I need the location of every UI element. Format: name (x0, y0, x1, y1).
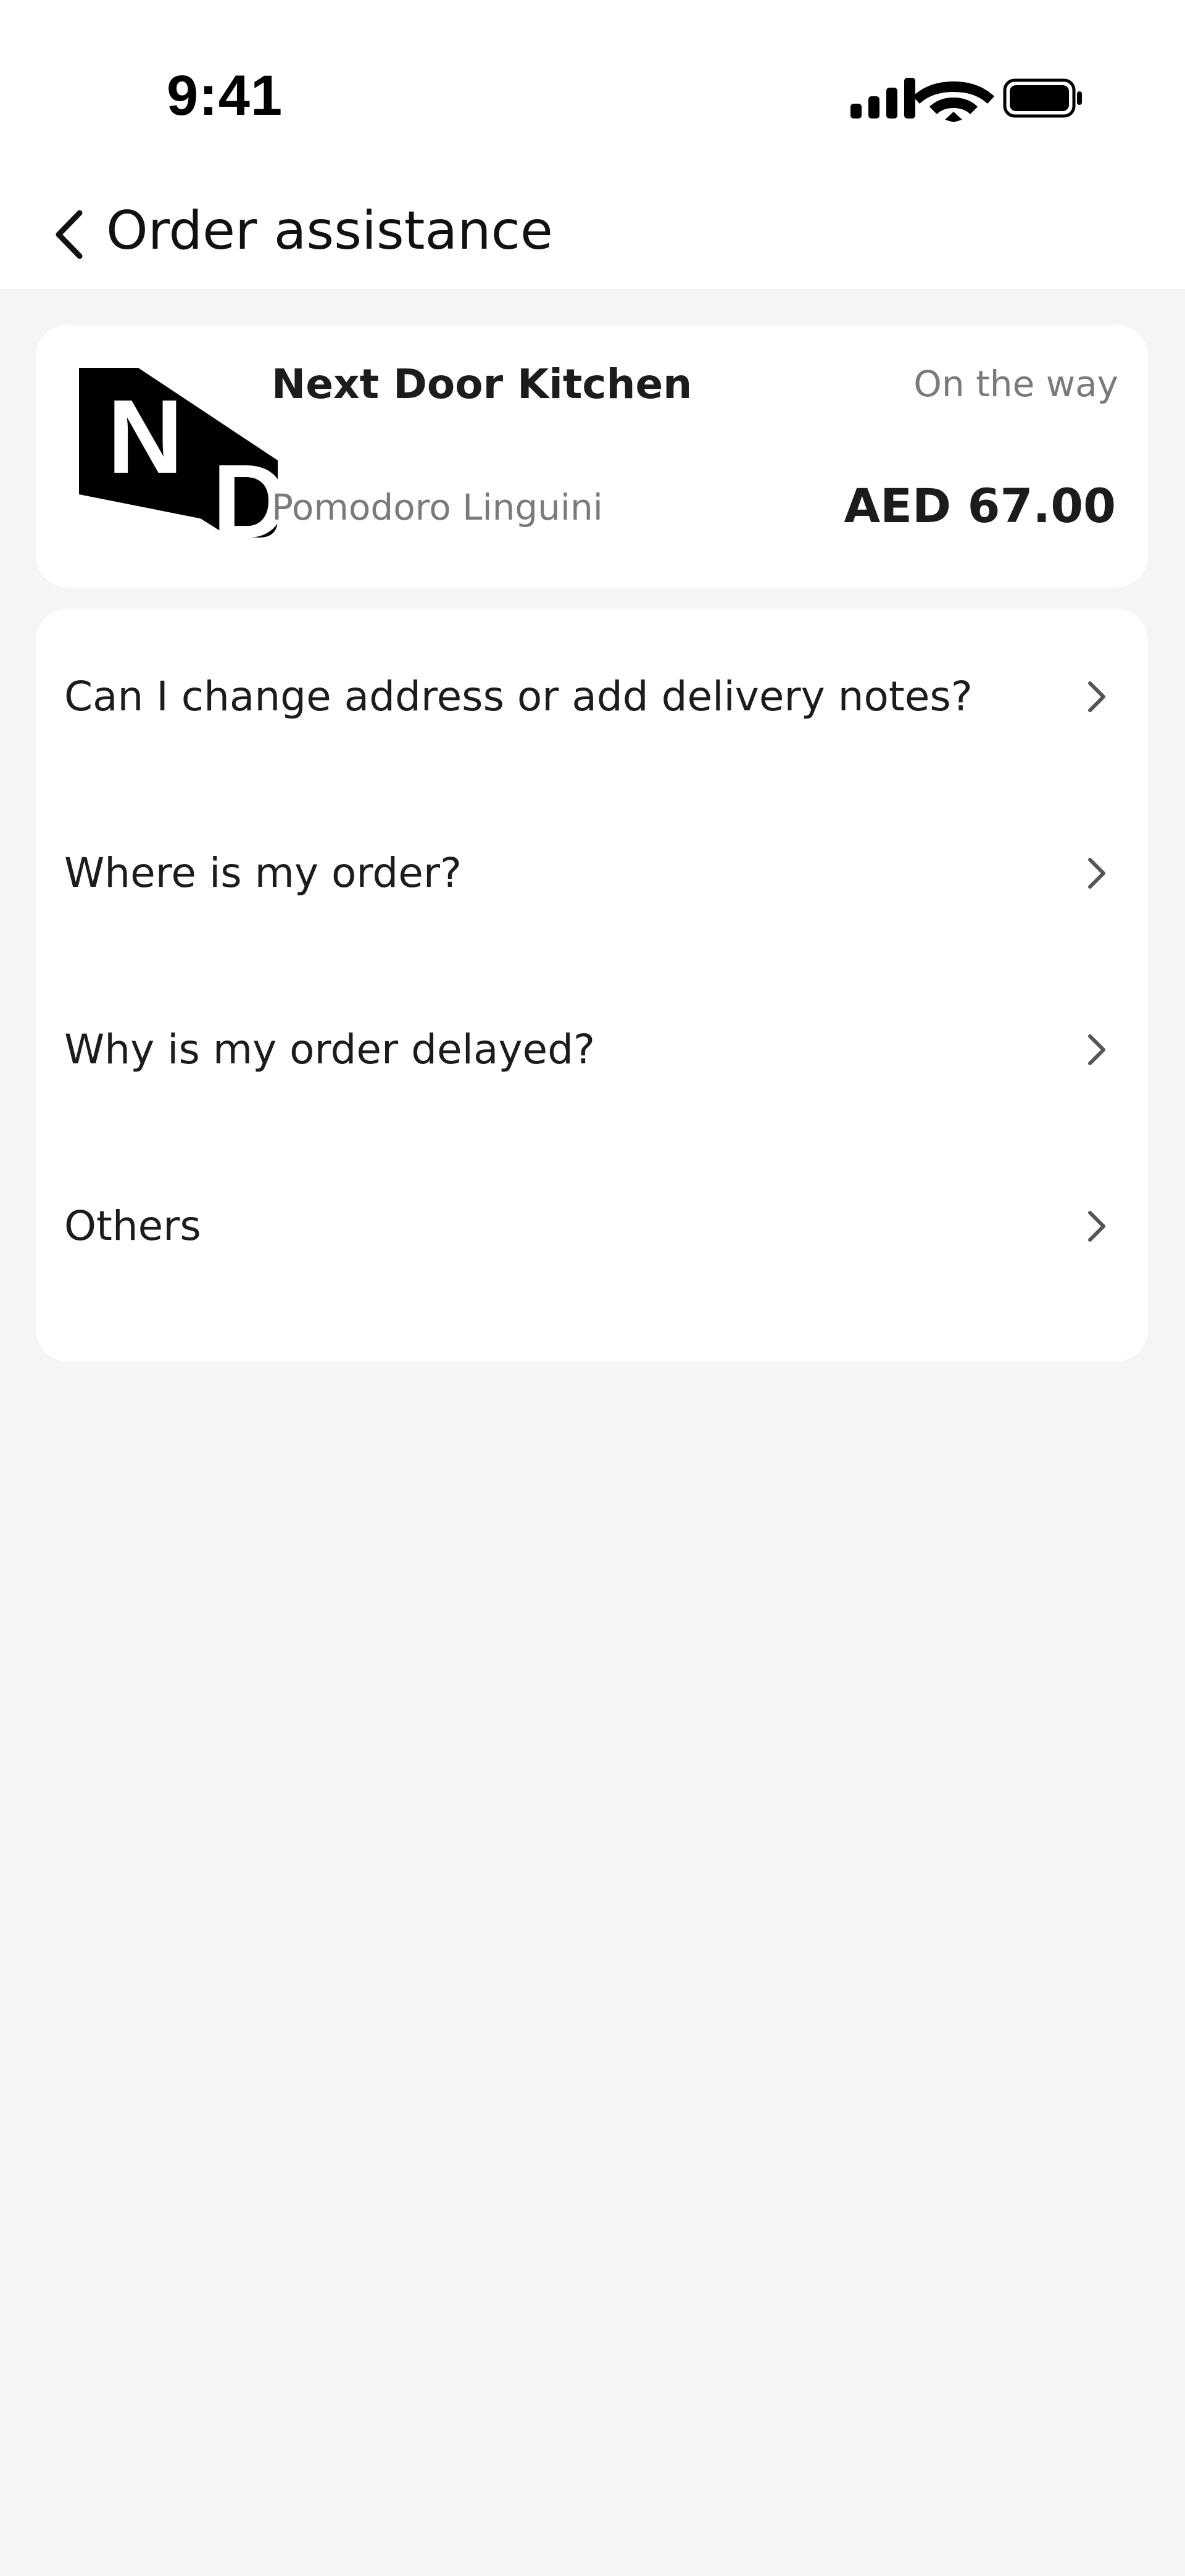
order-item-name: Pomodoro Linguini (272, 486, 603, 528)
restaurant-name: Next Door Kitchen (272, 360, 692, 408)
cellular-signal-icon (850, 78, 915, 118)
status-bar: 9:41 (0, 0, 1185, 179)
battery-icon (1003, 78, 1082, 118)
help-topic-label: Where is my order? (64, 849, 462, 897)
help-topic-label: Why is my order delayed? (64, 1026, 595, 1073)
chevron-right-icon (1088, 1034, 1105, 1065)
help-topics-list: Can I change address or add delivery not… (36, 609, 1148, 1361)
order-price: AED 67.00 (844, 478, 1116, 533)
chevron-right-icon (1088, 858, 1105, 889)
order-status-label: On the way (913, 363, 1118, 405)
chevron-left-icon (56, 210, 83, 259)
app-header: Order assistance (0, 179, 1185, 289)
help-topic-change-address[interactable]: Can I change address or add delivery not… (36, 609, 1148, 785)
chevron-right-icon (1088, 681, 1105, 712)
help-topic-others[interactable]: Others (36, 1138, 1148, 1315)
help-topic-label: Can I change address or add delivery not… (64, 673, 973, 720)
status-time: 9:41 (167, 64, 283, 127)
chevron-right-icon (1088, 1211, 1105, 1242)
page-title: Order assistance (106, 200, 553, 262)
logo-letter-d: D (212, 443, 278, 547)
status-icons (850, 78, 1082, 122)
help-topic-order-delayed[interactable]: Why is my order delayed? (36, 962, 1148, 1138)
help-topic-label: Others (64, 1202, 201, 1250)
restaurant-logo: N D (79, 368, 278, 547)
order-summary-card[interactable]: N D Next Door Kitchen On the way Pomodor… (36, 325, 1148, 588)
logo-letter-n: N (107, 378, 183, 496)
wifi-icon (913, 81, 994, 122)
back-button[interactable] (32, 197, 106, 272)
help-topic-where-is-order[interactable]: Where is my order? (36, 785, 1148, 962)
